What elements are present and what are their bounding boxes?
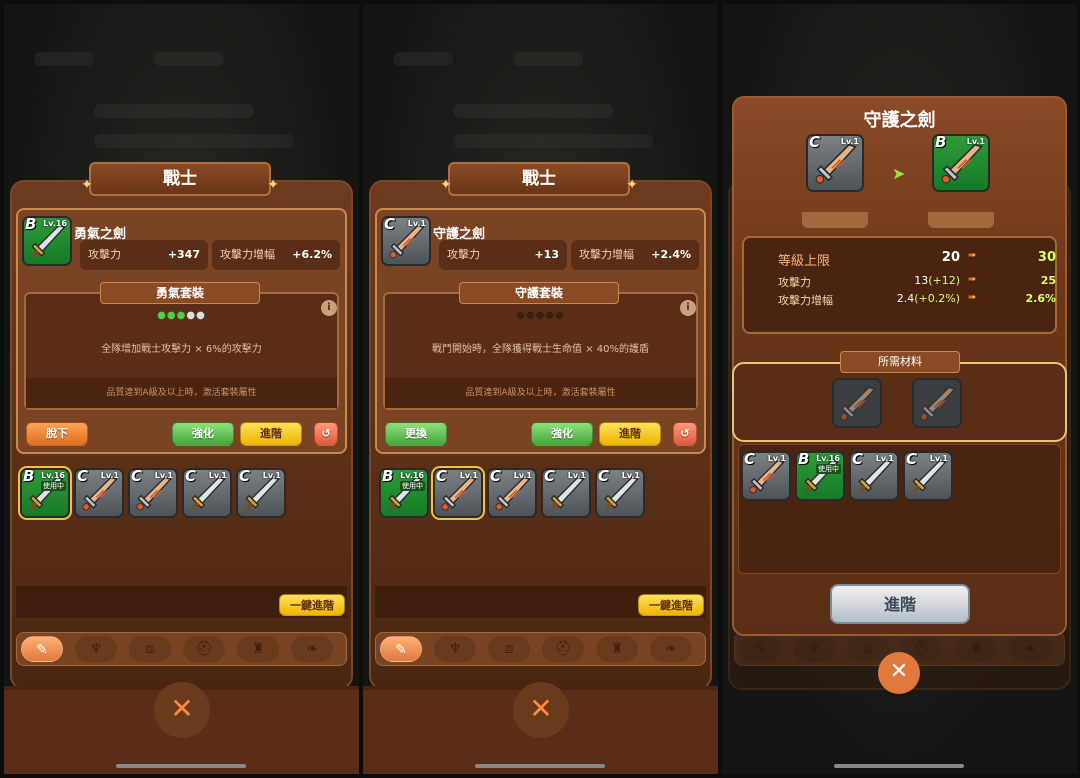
equipment-tabs: ✎ ♆ ⧈ ⛑ ♜ ❧: [16, 632, 347, 666]
enhance-button[interactable]: 強化: [531, 422, 593, 446]
info-icon[interactable]: i: [680, 300, 696, 316]
reset-icon[interactable]: ↺: [673, 422, 697, 446]
inventory-item[interactable]: C Lv.1: [431, 466, 485, 520]
inventory-item[interactable]: C Lv.1: [74, 467, 124, 518]
set-note: 品質達到A級及以上時，激活套裝屬性: [26, 378, 337, 408]
materials-box: [732, 362, 1067, 442]
tab-armor-icon[interactable]: ♜: [955, 636, 997, 662]
set-title: 勇氣套裝: [100, 282, 260, 304]
current-weapon-icon: C Lv.1: [806, 133, 864, 192]
inventory-item[interactable]: C Lv.1: [741, 450, 791, 501]
inventory-grid: B Lv.16 使用中 C Lv.1 C Lv.1 C Lv.1 C Lv.1: [375, 460, 706, 588]
info-icon[interactable]: i: [321, 300, 337, 316]
inventory-item[interactable]: C Lv.1: [903, 450, 953, 501]
row-attack-boost: 攻擊力增幅 2.4(+0.2%) ➠ 2.6%: [778, 292, 1056, 307]
class-title: ✦ 戰士 ✦: [440, 162, 638, 196]
stat-attack: 攻擊力 +13: [439, 240, 567, 270]
inventory-item[interactable]: C Lv.1: [128, 467, 178, 518]
tab-boots-icon[interactable]: ❧: [650, 636, 692, 662]
unequip-button[interactable]: 脫下: [26, 422, 88, 446]
pedestal: [928, 212, 994, 228]
material-slot-empty[interactable]: [912, 378, 962, 428]
set-description: 戰鬥開始時，全隊獲得戰士生命值 × 40%的護盾: [432, 344, 649, 355]
tab-sword-icon[interactable]: ✎: [380, 636, 422, 662]
home-indicator: [475, 764, 605, 768]
weapon-icon: C Lv.1: [381, 215, 431, 266]
tab-amulet-icon[interactable]: ♆: [434, 636, 476, 662]
stat-attack-boost: 攻擊力增幅 +2.4%: [571, 240, 699, 270]
set-progress-dots: ●●●●●: [516, 310, 565, 321]
screen-courage-sword: ✦ 戰士 ✦ B Lv.16 勇氣之劍 攻擊力 +347 攻擊力增幅 +6.2% 勇氣套裝…: [4, 4, 359, 774]
arrow-right-icon: ➤: [892, 164, 906, 183]
inventory-item[interactable]: C Lv.1: [595, 467, 645, 518]
materials-title: 所需材料: [840, 351, 960, 373]
inventory-grid: B Lv.16 使用中 C Lv.1 C Lv.1 C Lv.1 C Lv.1: [16, 460, 347, 588]
weapon-icon: B Lv.16: [22, 215, 72, 266]
tab-sword-icon[interactable]: ✎: [739, 636, 781, 662]
inventory-item[interactable]: C Lv.1: [182, 467, 232, 518]
material-slot-empty[interactable]: [832, 378, 882, 428]
stat-compare: 等級上限 20 ➠ 30 攻擊力 13(+12) ➠ 25 攻擊力增幅 2.4(…: [742, 236, 1057, 334]
promote-button[interactable]: 進階: [830, 584, 970, 624]
home-indicator: [116, 764, 246, 768]
row-level-cap: 等級上限 20 ➠ 30: [778, 250, 1056, 269]
tab-armor-icon[interactable]: ♜: [237, 636, 279, 662]
home-indicator: [834, 764, 964, 768]
tab-helmet-icon[interactable]: ⛑: [183, 636, 225, 662]
tab-boots-icon[interactable]: ❧: [1009, 636, 1051, 662]
stat-attack-boost: 攻擊力增幅 +6.2%: [212, 240, 340, 270]
set-title: 守護套裝: [459, 282, 619, 304]
inventory-item[interactable]: C Lv.1: [236, 467, 286, 518]
one-key-promote-button[interactable]: 一鍵進階: [638, 594, 704, 616]
tab-belt-icon[interactable]: ⧈: [488, 636, 530, 662]
stat-attack: 攻擊力 +347: [80, 240, 208, 270]
pedestal: [802, 212, 868, 228]
screen-upgrade-dialog: ✎ ♆ ⧈ ⛑ ♜ ❧ 守護之劍 C Lv.1 ➤ B Lv.1 等級上限 20 ➠ 30 攻…: [722, 4, 1077, 774]
promote-button[interactable]: 進階: [599, 422, 661, 446]
promote-button[interactable]: 進階: [240, 422, 302, 446]
material-inventory: C Lv.1 B Lv.16 使用中 C Lv.1 C Lv.1: [738, 444, 1061, 574]
reset-icon[interactable]: ↺: [314, 422, 338, 446]
equipment-tabs: ✎ ♆ ⧈ ⛑ ♜ ❧: [375, 632, 706, 666]
close-button[interactable]: ✕: [513, 682, 569, 738]
inventory-item[interactable]: C Lv.1: [849, 450, 899, 501]
class-title: ✦ 戰士 ✦: [81, 162, 279, 196]
tab-boots-icon[interactable]: ❧: [291, 636, 333, 662]
close-button[interactable]: ✕: [878, 652, 920, 694]
one-key-promote-button[interactable]: 一鍵進階: [279, 594, 345, 616]
set-description: 全隊增加戰士攻擊力 × 6%的攻擊力: [101, 344, 262, 355]
tab-sword-icon[interactable]: ✎: [21, 636, 63, 662]
inventory-item[interactable]: B Lv.16 使用中: [379, 467, 429, 518]
tab-amulet-icon[interactable]: ♆: [793, 636, 835, 662]
tab-belt-icon[interactable]: ⧈: [129, 636, 171, 662]
sword-icon: [840, 386, 876, 421]
upgrade-title: 守護之劍: [863, 110, 936, 131]
row-attack: 攻擊力 13(+12) ➠ 25: [778, 274, 1056, 289]
inventory-item[interactable]: C Lv.1: [541, 467, 591, 518]
tab-amulet-icon[interactable]: ♆: [75, 636, 117, 662]
next-weapon-icon: B Lv.1: [932, 133, 990, 192]
set-progress-dots: ●●●●●: [157, 310, 206, 321]
inventory-item[interactable]: B Lv.16 使用中: [795, 450, 845, 501]
screen-guard-sword: ✦ 戰士 ✦ C Lv.1 守護之劍 攻擊力 +13 攻擊力增幅 +2.4% 守護套裝 ●…: [363, 4, 718, 774]
set-note: 品質達到A級及以上時，激活套裝屬性: [385, 378, 696, 408]
swap-button[interactable]: 更換: [385, 422, 447, 446]
tab-helmet-icon[interactable]: ⛑: [542, 636, 584, 662]
sword-icon: [920, 386, 956, 421]
inventory-item[interactable]: B Lv.16 使用中: [18, 466, 72, 520]
close-button[interactable]: ✕: [154, 682, 210, 738]
inventory-item[interactable]: C Lv.1: [487, 467, 537, 518]
tab-armor-icon[interactable]: ♜: [596, 636, 638, 662]
enhance-button[interactable]: 強化: [172, 422, 234, 446]
